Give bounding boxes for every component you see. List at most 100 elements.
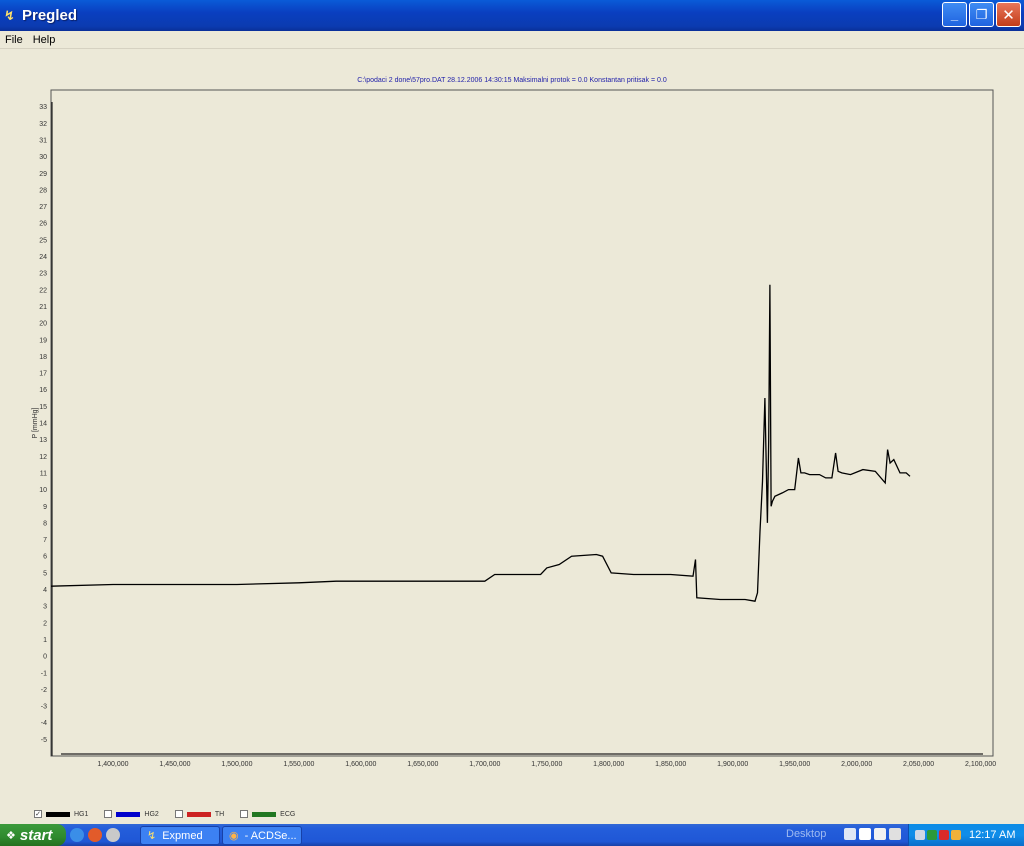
legend-label: HG1 bbox=[74, 810, 89, 818]
x-tick-label: 2,100,000 bbox=[965, 761, 996, 768]
x-tick-label: 2,000,000 bbox=[841, 761, 872, 768]
y-tick-label: 1 bbox=[43, 637, 47, 644]
task-label: - ACDSe... bbox=[244, 829, 297, 842]
y-tick-label: -4 bbox=[41, 720, 47, 727]
y-tick-label: 6 bbox=[43, 554, 47, 561]
y-tick-label: 33 bbox=[39, 104, 47, 111]
device-icon[interactable] bbox=[889, 828, 901, 840]
legend-item-th[interactable]: TH bbox=[174, 810, 225, 818]
plot-area bbox=[50, 89, 994, 757]
help-icon[interactable] bbox=[874, 828, 886, 840]
legend-swatch bbox=[252, 811, 277, 817]
x-tick-label: 2,050,000 bbox=[903, 761, 934, 768]
x-tick-label: 1,800,000 bbox=[593, 761, 624, 768]
task-label: Expmed bbox=[162, 829, 203, 842]
legend: ✓ HG1 HG2 TH ECG bbox=[34, 808, 311, 820]
x-tick-label: 1,450,000 bbox=[159, 761, 190, 768]
y-tick-label: 2 bbox=[43, 620, 47, 627]
task-acdsee[interactable]: ◉ - ACDSe... bbox=[222, 826, 302, 845]
acdsee-icon: ◉ bbox=[229, 830, 239, 842]
y-tick-label: 28 bbox=[39, 187, 47, 194]
x-tick-label: 1,850,000 bbox=[655, 761, 686, 768]
x-tick-label: 1,750,000 bbox=[531, 761, 562, 768]
y-tick-label: 26 bbox=[39, 221, 47, 228]
quick-launch bbox=[70, 828, 120, 842]
security-icon[interactable] bbox=[951, 830, 961, 840]
y-tick-label: 18 bbox=[39, 354, 47, 361]
y-tick-label: 30 bbox=[39, 154, 47, 161]
window-icon[interactable] bbox=[859, 828, 871, 840]
x-tick-label: 1,650,000 bbox=[407, 761, 438, 768]
y-tick-label: 11 bbox=[40, 470, 47, 477]
network-icon[interactable] bbox=[915, 830, 925, 840]
y-tick-label: 23 bbox=[39, 271, 47, 278]
y-tick-label: -1 bbox=[41, 670, 47, 677]
y-tick-label: -5 bbox=[41, 737, 47, 744]
y-axis-label: P [mmHg] bbox=[32, 407, 39, 438]
y-tick-label: 10 bbox=[39, 487, 47, 494]
y-tick-label: 17 bbox=[39, 371, 47, 378]
antivirus-icon[interactable] bbox=[939, 830, 949, 840]
start-label: start bbox=[19, 826, 53, 844]
y-tick-label: 16 bbox=[39, 387, 47, 394]
y-tick-label: 5 bbox=[43, 570, 47, 577]
app-icon: ↯ bbox=[147, 830, 157, 842]
toolbar-icons bbox=[844, 828, 901, 840]
system-tray: 12:17 AM bbox=[908, 824, 1024, 846]
legend-swatch bbox=[116, 811, 141, 817]
y-tick-label: 15 bbox=[39, 404, 47, 411]
y-tick-label: 32 bbox=[39, 121, 47, 128]
y-tick-label: 8 bbox=[43, 520, 47, 527]
app-icon[interactable] bbox=[106, 828, 120, 842]
y-tick-label: 25 bbox=[39, 237, 47, 244]
y-tick-label: 7 bbox=[43, 537, 47, 544]
y-tick-label: 12 bbox=[39, 454, 47, 461]
legend-label: HG2 bbox=[144, 810, 159, 818]
desktop-toolbar-label[interactable]: Desktop bbox=[786, 828, 826, 840]
pressure-chart: P [mmHg] 3332313029282726252423222120191… bbox=[32, 89, 996, 768]
x-tick-label: 1,550,000 bbox=[283, 761, 314, 768]
legend-swatch bbox=[186, 811, 211, 817]
x-tick-label: 1,400,000 bbox=[97, 761, 128, 768]
y-tick-label: 4 bbox=[43, 587, 47, 594]
legend-label: TH bbox=[214, 810, 225, 818]
y-tick-label: 27 bbox=[39, 204, 47, 211]
y-tick-label: 3 bbox=[43, 604, 47, 611]
pen-icon[interactable] bbox=[844, 828, 856, 840]
y-tick-label: 22 bbox=[39, 287, 47, 294]
ie-icon[interactable] bbox=[70, 828, 84, 842]
clock: 12:17 AM bbox=[969, 829, 1016, 841]
legend-checkbox[interactable]: ✓ bbox=[34, 810, 42, 818]
media-icon[interactable] bbox=[88, 828, 102, 842]
y-tick-label: 20 bbox=[39, 321, 47, 328]
task-expmed[interactable]: ↯ Expmed bbox=[140, 826, 220, 845]
x-tick-label: 1,950,000 bbox=[779, 761, 810, 768]
legend-swatch bbox=[46, 811, 70, 817]
legend-item-hg1[interactable]: ✓ HG1 bbox=[34, 810, 88, 818]
x-tick-label: 1,700,000 bbox=[469, 761, 500, 768]
y-tick-label: 14 bbox=[39, 421, 47, 428]
legend-checkbox[interactable] bbox=[174, 810, 183, 818]
y-tick-label: -2 bbox=[41, 687, 47, 694]
y-tick-label: 13 bbox=[39, 437, 47, 444]
legend-label: ECG bbox=[280, 810, 296, 818]
legend-checkbox[interactable] bbox=[240, 810, 249, 818]
y-tick-label: 31 bbox=[39, 137, 47, 144]
start-button[interactable]: ❖ start bbox=[0, 824, 66, 846]
y-tick-label: 21 bbox=[39, 304, 47, 311]
battery-icon[interactable] bbox=[927, 830, 937, 840]
y-tick-label: 24 bbox=[39, 254, 47, 261]
y-tick-label: 9 bbox=[43, 504, 47, 511]
legend-checkbox[interactable] bbox=[104, 810, 113, 818]
y-tick-label: 0 bbox=[43, 654, 47, 661]
y-tick-label: 29 bbox=[39, 171, 47, 178]
x-tick-label: 1,600,000 bbox=[345, 761, 376, 768]
y-tick-label: 19 bbox=[39, 337, 47, 344]
legend-item-hg2[interactable]: HG2 bbox=[104, 810, 159, 818]
legend-item-ecg[interactable]: ECG bbox=[240, 810, 295, 818]
windows-flag-icon: ❖ bbox=[6, 829, 16, 842]
x-tick-label: 1,500,000 bbox=[221, 761, 252, 768]
taskbar: ❖ start ↯ Expmed ◉ - ACDSe... Desktop 12… bbox=[0, 824, 1024, 846]
y-tick-label: -3 bbox=[41, 704, 47, 711]
x-tick-label: 1,900,000 bbox=[717, 761, 748, 768]
